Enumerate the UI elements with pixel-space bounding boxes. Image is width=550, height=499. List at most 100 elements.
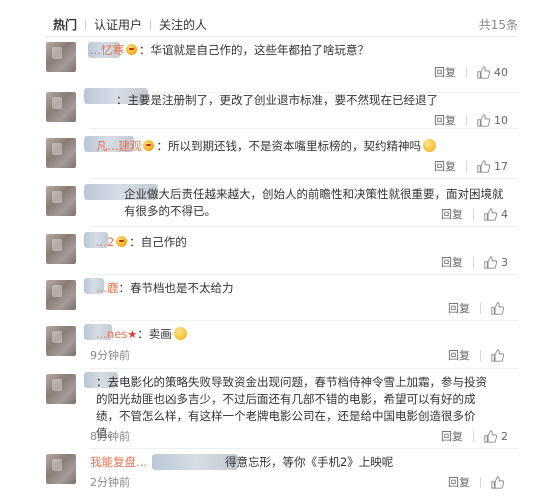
comment-divider xyxy=(90,274,518,275)
comment-text: ...忆寒 ：华谊就是自己作的，这些年都拍了啥玩意？ xyxy=(90,42,508,59)
like-button[interactable]: 17 xyxy=(477,160,508,173)
action-divider xyxy=(466,66,467,78)
comment-divider xyxy=(90,448,518,449)
comment-time: 9分钟前 xyxy=(90,349,130,362)
comment-actions: 回复 40 xyxy=(434,64,508,80)
comment-actions: 回复 3 xyxy=(441,254,508,270)
like-button[interactable]: 4 xyxy=(484,208,508,221)
comment-time: 2分钟前 xyxy=(90,476,130,489)
like-button[interactable] xyxy=(491,475,508,489)
avatar[interactable] xyxy=(46,454,76,484)
comment-actions: 回复 2 xyxy=(441,428,508,444)
reply-button[interactable]: 回复 xyxy=(448,474,470,490)
comment-actions: 回复 4 xyxy=(441,206,508,222)
comment-body: ：春节档也是不太给力 xyxy=(118,281,234,295)
comment-item: ...忆寒 ：华谊就是自己作的，这些年都拍了啥玩意？ 回复 40 xyxy=(44,42,518,93)
reply-button[interactable]: 回复 xyxy=(441,428,463,444)
comment-item: ：主要是注册制了，更改了创业退市标准，要不然现在已经退了 回复 10 xyxy=(44,88,518,138)
tab-verified-users[interactable]: 认证用户 xyxy=(93,16,143,33)
comment-item: ...2 ：自己作的 回复 3 xyxy=(44,232,518,280)
tired-face-emoji-icon xyxy=(422,139,436,152)
action-divider xyxy=(466,160,467,172)
avatar[interactable] xyxy=(46,186,76,216)
comment-divider xyxy=(90,368,518,369)
comment-body: 得意忘形，等你《手机2》上映呢 xyxy=(224,455,394,469)
thumbs-up-icon xyxy=(484,429,497,443)
like-button[interactable]: 3 xyxy=(484,256,508,269)
vip-badge-icon xyxy=(125,44,137,55)
thumbs-up-icon xyxy=(477,159,490,173)
like-count: 2 xyxy=(501,429,508,443)
like-button[interactable]: 2 xyxy=(484,430,508,443)
comment-text: ：去电影化的策略失败导致资金出现问题，春节档侍神令雪上加霜，参与投资的阳光劫匪也… xyxy=(96,374,488,442)
like-button[interactable] xyxy=(491,348,508,362)
tab-divider xyxy=(85,18,87,30)
tabs-divider xyxy=(44,36,518,37)
action-divider xyxy=(473,256,474,268)
reply-button[interactable]: 回复 xyxy=(434,112,456,128)
comment-text: 凡...建观 ：所以到期还钱，不是资本嘴里标榜的，契约精神吗 xyxy=(96,138,508,155)
avatar[interactable] xyxy=(46,234,76,264)
comment-body: ：自己作的 xyxy=(129,235,187,249)
comment-username[interactable]: ...鹿 xyxy=(96,281,118,295)
thumbs-up-icon xyxy=(491,348,504,362)
comment-panel: 热门 认证用户 关注的人 共15条 ...忆寒 ：华谊就是自己作的，这些年都拍了啥… xyxy=(0,0,550,499)
thumbs-up-icon xyxy=(477,113,490,127)
comment-body: ：华谊就是自己作的，这些年都拍了啥玩意？ xyxy=(138,43,369,57)
vip-badge-icon xyxy=(116,236,128,247)
comment-body: ：去电影化的策略失败导致资金出现问题，春节档侍神令雪上加霜，参与投资的阳光劫匪也… xyxy=(96,375,487,440)
comment-username[interactable]: 我能复盘... xyxy=(90,455,147,469)
comment-item: 我能复盘... 得意忘形，等你《手机2》上映呢 2分钟前 回复 xyxy=(44,454,518,494)
like-count: 4 xyxy=(501,207,508,221)
comment-count: 共15条 xyxy=(478,18,518,32)
comment-divider xyxy=(90,320,518,321)
comment-text: 我能复盘... 得意忘形，等你《手机2》上映呢 xyxy=(90,454,508,471)
reply-button[interactable]: 回复 xyxy=(441,254,463,270)
tab-following[interactable]: 关注的人 xyxy=(158,16,208,33)
comment-body: ：所以到期还钱，不是资本嘴里标榜的，契约精神吗 xyxy=(156,139,421,153)
comment-text: ...鹿：春节档也是不太给力 xyxy=(96,280,508,297)
comment-time: 8分钟前 xyxy=(90,430,130,443)
comment-item: 企业做大后责任越来越大，创始人的前瞻性和决策性就很重要，面对困境就有很多的不得已… xyxy=(44,184,518,232)
comment-actions: 回复 xyxy=(448,347,508,363)
comment-body: ：主要是注册制了，更改了创业退市标准，要不然现在已经退了 xyxy=(116,93,438,107)
tab-divider xyxy=(150,18,152,30)
action-divider xyxy=(480,349,481,361)
reply-button[interactable]: 回复 xyxy=(434,64,456,80)
comment-actions: 回复 xyxy=(448,474,508,490)
reply-button[interactable]: 回复 xyxy=(441,206,463,222)
like-count: 17 xyxy=(494,159,508,173)
comment-username[interactable]: ...忆寒 xyxy=(90,43,124,57)
avatar[interactable] xyxy=(46,92,76,122)
like-button[interactable]: 40 xyxy=(477,66,508,79)
avatar[interactable] xyxy=(46,280,76,310)
like-button[interactable]: 10 xyxy=(477,114,508,127)
comment-actions: 回复 17 xyxy=(434,158,508,174)
action-divider xyxy=(473,430,474,442)
like-count: 40 xyxy=(494,65,508,79)
comment-username[interactable]: 凡...建观 xyxy=(96,139,141,153)
action-divider xyxy=(480,476,481,488)
avatar[interactable] xyxy=(46,326,76,356)
comment-username[interactable]: ...2 xyxy=(96,235,114,249)
comment-item: ...鹿：春节档也是不太给力 回复 xyxy=(44,278,518,326)
comment-item: 凡...建观 ：所以到期还钱，不是资本嘴里标榜的，契约精神吗 回复 17 xyxy=(44,136,518,184)
reply-button[interactable]: 回复 xyxy=(448,347,470,363)
tab-hot[interactable]: 热门 xyxy=(52,16,78,33)
like-count: 10 xyxy=(494,113,508,127)
avatar[interactable] xyxy=(46,138,76,168)
vip-badge-icon xyxy=(143,140,155,151)
comment-actions: 回复 xyxy=(448,300,508,316)
reply-button[interactable]: 回复 xyxy=(448,300,470,316)
comment-actions: 回复 10 xyxy=(434,112,508,128)
reply-button[interactable]: 回复 xyxy=(434,158,456,174)
avatar[interactable] xyxy=(46,374,76,404)
like-button[interactable] xyxy=(491,301,508,315)
star-icon: ★ xyxy=(127,328,138,341)
thumbs-up-icon xyxy=(491,301,504,315)
laughing-face-emoji-icon xyxy=(173,327,187,340)
avatar[interactable] xyxy=(46,42,76,72)
comment-username[interactable]: ...nes xyxy=(96,327,127,341)
comment-text: ...2 ：自己作的 xyxy=(96,234,508,251)
comment-item: ...nes★：卖画 9分钟前 回复 xyxy=(44,324,518,372)
